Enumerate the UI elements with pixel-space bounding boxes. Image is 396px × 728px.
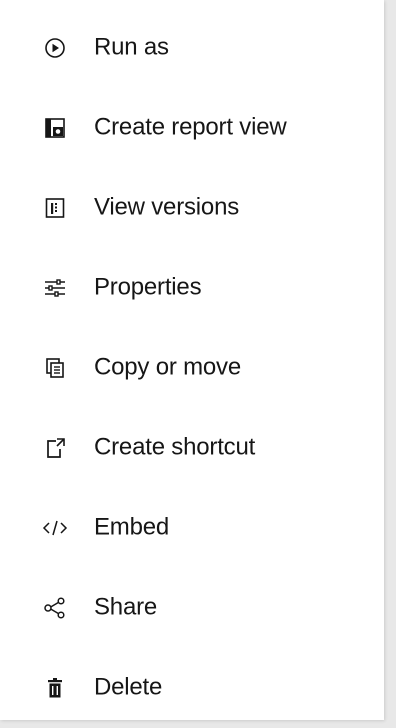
menu-item-label: Delete bbox=[94, 673, 163, 701]
menu-item-properties[interactable]: Properties bbox=[0, 248, 384, 328]
share-icon bbox=[42, 595, 68, 621]
properties-sliders-icon bbox=[42, 275, 68, 301]
menu-item-delete[interactable]: Delete bbox=[0, 648, 384, 728]
trash-icon bbox=[42, 675, 68, 701]
menu-item-create-shortcut[interactable]: Create shortcut bbox=[0, 408, 384, 488]
menu-item-label: Properties bbox=[94, 273, 202, 301]
versions-icon bbox=[42, 195, 68, 221]
menu-item-label: View versions bbox=[94, 193, 240, 221]
menu-item-label: Share bbox=[94, 593, 158, 621]
embed-code-icon bbox=[42, 515, 68, 541]
context-menu: Run as Create report view View versions bbox=[0, 0, 384, 720]
menu-item-share[interactable]: Share bbox=[0, 568, 384, 648]
menu-item-label: Embed bbox=[94, 513, 170, 541]
run-icon bbox=[42, 35, 68, 61]
menu-item-label: Create shortcut bbox=[94, 433, 256, 461]
menu-item-embed[interactable]: Embed bbox=[0, 488, 384, 568]
menu-item-run-as[interactable]: Run as bbox=[0, 8, 384, 88]
menu-item-label: Run as bbox=[94, 33, 169, 61]
menu-item-view-versions[interactable]: View versions bbox=[0, 168, 384, 248]
menu-item-create-report-view[interactable]: Create report view bbox=[0, 88, 384, 168]
shortcut-icon bbox=[42, 435, 68, 461]
report-view-icon bbox=[42, 115, 68, 141]
menu-item-copy-or-move[interactable]: Copy or move bbox=[0, 328, 384, 408]
menu-item-label: Create report view bbox=[94, 113, 287, 141]
menu-item-label: Copy or move bbox=[94, 353, 241, 381]
copy-icon bbox=[42, 355, 68, 381]
